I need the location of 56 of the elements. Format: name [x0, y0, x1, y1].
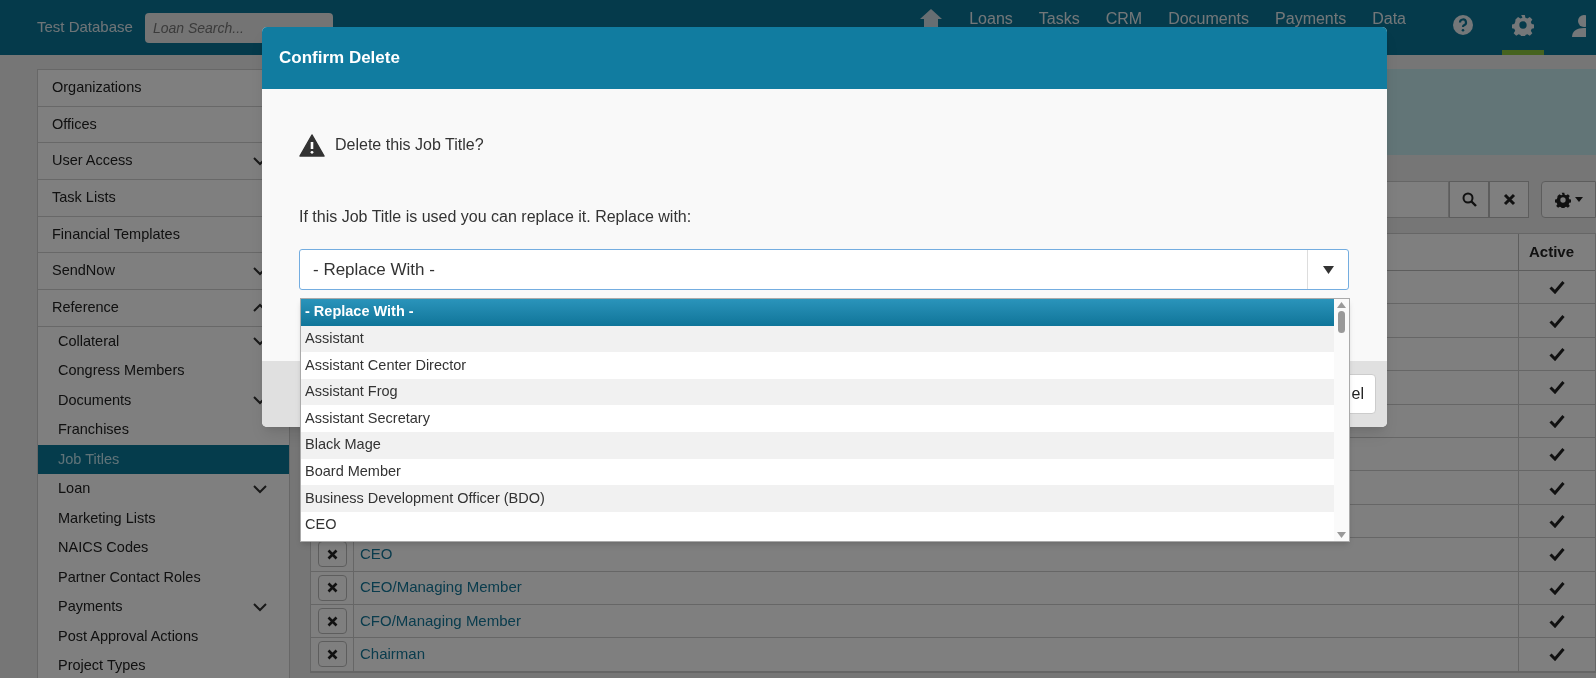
user-icon[interactable]: [1572, 13, 1586, 37]
sidebar-item[interactable]: NAICS Codes: [38, 533, 289, 563]
chevron-down-icon: [253, 484, 267, 494]
sidebar-item[interactable]: Job Titles: [38, 444, 289, 475]
option-item[interactable]: Black Mage: [301, 431, 1334, 459]
caret-icon: [1574, 197, 1583, 202]
job-title-link[interactable]: Chairman: [360, 643, 426, 666]
search-button[interactable]: [1449, 181, 1489, 218]
close-icon: [326, 582, 338, 594]
clear-button[interactable]: [1489, 181, 1529, 218]
scroll-up-icon[interactable]: [1337, 302, 1346, 308]
close-icon: [326, 615, 338, 627]
warning-icon: [299, 133, 325, 157]
replace-prompt: If this Job Title is used you can replace it. Replace with:: [299, 207, 693, 227]
sidebar-item[interactable]: Post Approval Actions: [38, 621, 289, 652]
job-title-link[interactable]: CFO/Managing Member: [360, 609, 521, 633]
delete-button[interactable]: [317, 608, 347, 635]
nav-link[interactable]: Loans: [969, 10, 1013, 28]
settings-dropdown-button[interactable]: [1541, 181, 1596, 218]
sidebar-item[interactable]: Project Types: [38, 651, 289, 678]
nav-link[interactable]: Payments: [1275, 10, 1347, 28]
help-icon[interactable]: [1452, 14, 1474, 36]
nav-link[interactable]: CRM: [1105, 10, 1143, 28]
sidebar-item[interactable]: Payments: [38, 592, 289, 622]
option-item[interactable]: Business Development Officer (BDO): [301, 485, 1334, 512]
caret-icon: [1322, 265, 1334, 274]
sidebar-item[interactable]: Marketing Lists: [38, 503, 289, 534]
settings-icon[interactable]: [1512, 14, 1534, 36]
delete-button[interactable]: [317, 574, 347, 601]
warning-text: Delete this Job Title?: [335, 135, 484, 155]
dialog-title: Confirm Delete: [279, 47, 400, 70]
search-icon: [1461, 192, 1477, 207]
scroll-thumb[interactable]: [1338, 311, 1345, 333]
job-title-link[interactable]: CEO/Managing Member: [360, 576, 522, 599]
option-item[interactable]: Assistant Frog: [301, 378, 1334, 406]
nav-link[interactable]: Documents: [1168, 10, 1250, 28]
scroll-down-icon[interactable]: [1337, 532, 1346, 538]
replace-select[interactable]: - Replace With -: [299, 249, 1349, 290]
close-icon: [1502, 193, 1516, 206]
close-icon: [326, 649, 338, 660]
sidebar-item[interactable]: Franchises: [38, 415, 289, 445]
delete-button[interactable]: [317, 641, 347, 668]
sidebar-item[interactable]: Loan: [38, 474, 289, 504]
nav-link[interactable]: Data: [1372, 10, 1406, 28]
chevron-down-icon: [253, 602, 267, 612]
app-title: Test Database: [37, 17, 133, 38]
scrollbar[interactable]: [1334, 299, 1349, 541]
column-header: Active: [1518, 234, 1595, 270]
nav-link[interactable]: Tasks: [1038, 10, 1080, 28]
sidebar-item[interactable]: Partner Contact Roles: [38, 562, 289, 593]
job-title-link[interactable]: CEO: [360, 543, 393, 566]
close-icon: [326, 548, 338, 560]
option-item[interactable]: Assistant: [301, 325, 1334, 353]
delete-button[interactable]: [317, 541, 347, 568]
option-item[interactable]: - Replace With -: [301, 299, 1334, 326]
settings-icon: [1554, 191, 1571, 208]
